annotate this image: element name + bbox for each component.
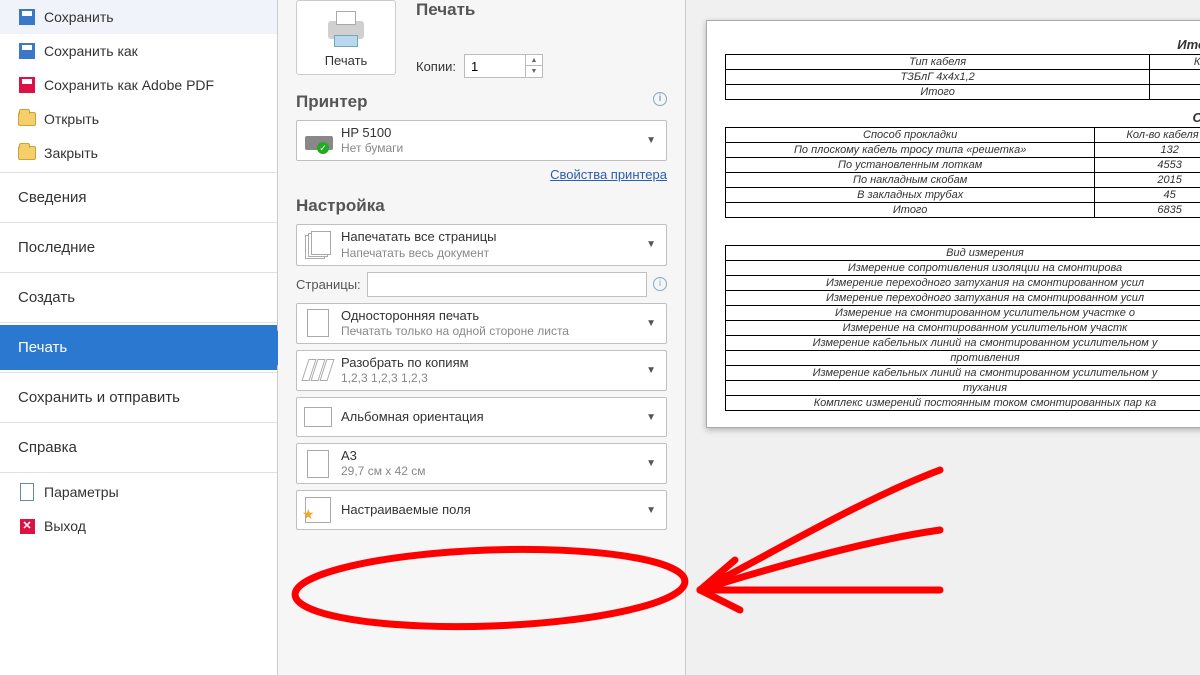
- section-print-header: Печать: [416, 0, 543, 20]
- dropdown-title: Односторонняя печать: [341, 308, 634, 324]
- preview-table-2: Способ прокладкиКол-во кабеля (мПо плоск…: [725, 127, 1200, 218]
- menu-label: Сохранить как: [44, 43, 138, 59]
- copies-spinner[interactable]: ▲▼: [464, 54, 543, 78]
- chevron-down-icon: ▼: [642, 505, 660, 516]
- chevron-down-icon: ▼: [642, 412, 660, 423]
- preview-table-1: Тип кабеляКТЗБлГ 4x4x1,2Итого: [725, 54, 1200, 100]
- exit-icon: ✕: [18, 517, 36, 535]
- menu-label: Выход: [44, 518, 86, 534]
- menu-label: Параметры: [44, 484, 119, 500]
- preview-heading: Способ: [725, 110, 1200, 125]
- menu-label: Справка: [18, 439, 77, 456]
- margins-icon: ★: [303, 495, 333, 525]
- duplex-dropdown[interactable]: Односторонняя печать Печатать только на …: [296, 303, 667, 344]
- menu-recent[interactable]: Последние: [0, 225, 277, 270]
- pages-icon: [303, 230, 333, 260]
- duplex-icon: [303, 308, 333, 338]
- close-icon: [18, 144, 36, 162]
- print-scope-dropdown[interactable]: Напечатать все страницы Напечатать весь …: [296, 224, 667, 265]
- paper-size-dropdown[interactable]: A3 29,7 см x 42 см ▼: [296, 443, 667, 484]
- dropdown-subtitle: Напечатать весь документ: [341, 246, 634, 261]
- printer-dropdown[interactable]: ✓ HP 5100 Нет бумаги ▼: [296, 120, 667, 161]
- preview-page: Итого см Тип кабеляКТЗБлГ 4x4x1,2Итого С…: [706, 20, 1200, 428]
- menu-label: Сведения: [18, 189, 87, 206]
- print-panel: Печать Печать Копии: ▲▼ Принтер i ✓ HP 5…: [278, 0, 686, 675]
- chevron-down-icon: ▼: [642, 239, 660, 250]
- save-icon: [18, 8, 36, 26]
- print-preview: Итого см Тип кабеляКТЗБлГ 4x4x1,2Итого С…: [686, 0, 1200, 675]
- menu-options[interactable]: Параметры: [0, 475, 277, 509]
- menu-close[interactable]: Закрыть: [0, 136, 277, 170]
- dropdown-subtitle: Печатать только на одной стороне листа: [341, 324, 634, 339]
- dropdown-subtitle: 1,2,3 1,2,3 1,2,3: [341, 371, 634, 386]
- menu-label: Печать: [18, 339, 67, 356]
- menu-label: Последние: [18, 239, 95, 256]
- landscape-icon: [303, 402, 333, 432]
- printer-icon: [322, 11, 370, 49]
- copies-label: Копии:: [416, 59, 456, 74]
- margins-dropdown[interactable]: ★ Настраиваемые поля ▼: [296, 490, 667, 530]
- menu-label: Закрыть: [44, 145, 98, 161]
- info-icon[interactable]: i: [653, 277, 667, 291]
- preview-table-3: Вид измеренияИзмерение сопротивления изо…: [725, 245, 1200, 411]
- section-printer-header: Принтер i: [296, 92, 667, 112]
- printer-name: HP 5100: [341, 125, 634, 141]
- chevron-down-icon: ▼: [642, 135, 660, 146]
- menu-save-send[interactable]: Сохранить и отправить: [0, 375, 277, 420]
- file-menu-sidebar: Сохранить Сохранить как Сохранить как Ad…: [0, 0, 278, 675]
- menu-label: Сохранить и отправить: [18, 389, 180, 406]
- options-icon: [18, 483, 36, 501]
- chevron-down-icon: ▼: [642, 318, 660, 329]
- save-as-icon: [18, 42, 36, 60]
- menu-save-as[interactable]: Сохранить как: [0, 34, 277, 68]
- chevron-down-icon: ▼: [642, 365, 660, 376]
- preview-heading: Итого см: [725, 37, 1200, 52]
- orientation-dropdown[interactable]: Альбомная ориентация ▼: [296, 397, 667, 437]
- open-icon: [18, 110, 36, 128]
- collate-dropdown[interactable]: Разобрать по копиям 1,2,3 1,2,3 1,2,3 ▼: [296, 350, 667, 391]
- menu-help[interactable]: Справка: [0, 425, 277, 470]
- printer-status-icon: ✓: [303, 126, 333, 156]
- dropdown-subtitle: 29,7 см x 42 см: [341, 464, 634, 479]
- pages-label: Страницы:: [296, 277, 361, 292]
- printer-status: Нет бумаги: [341, 141, 634, 156]
- menu-label: Сохранить как Adobe PDF: [44, 77, 214, 93]
- menu-label: Открыть: [44, 111, 99, 127]
- print-button[interactable]: Печать: [296, 0, 396, 75]
- pdf-icon: [18, 76, 36, 94]
- menu-exit[interactable]: ✕ Выход: [0, 509, 277, 543]
- dropdown-title: Разобрать по копиям: [341, 355, 634, 371]
- collate-icon: [303, 355, 333, 385]
- chevron-down-icon: ▼: [642, 458, 660, 469]
- preview-heading: В: [725, 228, 1200, 243]
- info-icon[interactable]: i: [653, 92, 667, 106]
- pages-input[interactable]: [367, 272, 647, 297]
- dropdown-title: Настраиваемые поля: [341, 502, 634, 518]
- menu-print[interactable]: Печать: [0, 325, 277, 370]
- menu-save[interactable]: Сохранить: [0, 0, 277, 34]
- dropdown-title: Альбомная ориентация: [341, 409, 634, 425]
- menu-label: Сохранить: [44, 9, 114, 25]
- copies-input[interactable]: [465, 59, 525, 74]
- dropdown-title: Напечатать все страницы: [341, 229, 634, 245]
- copies-up[interactable]: ▲: [526, 55, 542, 66]
- copies-down[interactable]: ▼: [526, 66, 542, 77]
- menu-save-as-pdf[interactable]: Сохранить как Adobe PDF: [0, 68, 277, 102]
- section-settings-header: Настройка: [296, 196, 667, 216]
- dropdown-title: A3: [341, 448, 634, 464]
- menu-new[interactable]: Создать: [0, 275, 277, 320]
- print-button-label: Печать: [297, 53, 395, 68]
- menu-label: Создать: [18, 289, 75, 306]
- paper-icon: [303, 449, 333, 479]
- printer-properties-link[interactable]: Свойства принтера: [550, 167, 667, 182]
- menu-info[interactable]: Сведения: [0, 175, 277, 220]
- menu-open[interactable]: Открыть: [0, 102, 277, 136]
